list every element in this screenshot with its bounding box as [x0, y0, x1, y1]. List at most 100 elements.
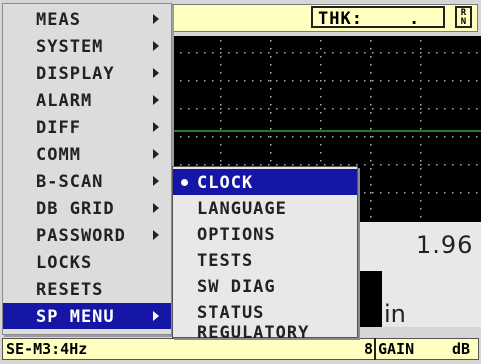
grid-dot — [420, 52, 422, 54]
grid-dot — [270, 96, 272, 98]
grid-dot — [476, 192, 478, 194]
grid-dot — [270, 56, 272, 58]
menu-item-system[interactable]: SYSTEM — [3, 33, 171, 59]
grid-dot — [236, 136, 238, 138]
grid-dot — [188, 80, 190, 82]
grid-dot — [212, 136, 214, 138]
menu-item-password[interactable]: PASSWORD — [3, 222, 171, 248]
grid-dot — [380, 80, 382, 82]
grid-dot — [380, 164, 382, 166]
grid-dot — [316, 52, 318, 54]
menu-item-label: SYSTEM — [36, 37, 104, 57]
grid-dot — [370, 136, 372, 138]
grid-dot — [308, 136, 310, 138]
grid-dot — [320, 40, 322, 42]
grid-dot — [220, 96, 222, 98]
grid-dot — [340, 136, 342, 138]
grid-dot — [356, 108, 358, 110]
grid-dot — [172, 108, 174, 110]
grid-dot — [420, 56, 422, 58]
menu-item-locks[interactable]: LOCKS — [3, 249, 171, 275]
grid-dot — [270, 40, 272, 42]
grid-dot — [452, 80, 454, 82]
grid-dot — [460, 136, 462, 138]
submenu-item-language[interactable]: LANGUAGE — [173, 195, 357, 221]
menu-item-db-grid[interactable]: DB GRID — [3, 195, 171, 221]
grid-dot — [270, 136, 272, 138]
grid-dot — [460, 80, 462, 82]
grid-dot — [428, 80, 430, 82]
grid-dot — [320, 160, 322, 162]
menu-item-label: COMM — [36, 145, 81, 165]
grid-dot — [396, 136, 398, 138]
grid-dot — [270, 72, 272, 74]
grid-dot — [308, 52, 310, 54]
grid-dot — [292, 80, 294, 82]
grid-dot — [220, 144, 222, 146]
grid-dot — [228, 136, 230, 138]
grid-dot — [348, 136, 350, 138]
grid-dot — [412, 52, 414, 54]
submenu-item-regulatory[interactable]: REGULATORY — [173, 321, 357, 343]
grid-dot — [372, 52, 374, 54]
submenu-item-tests[interactable]: TESTS — [173, 247, 357, 273]
grid-dot — [204, 80, 206, 82]
grid-dot — [412, 164, 414, 166]
grid-dot — [284, 52, 286, 54]
grid-dot — [388, 164, 390, 166]
menu-item-b-scan[interactable]: B-SCAN — [3, 168, 171, 194]
grid-dot — [332, 52, 334, 54]
grid-dot — [244, 52, 246, 54]
grid-dot — [356, 80, 358, 82]
grid-dot — [364, 108, 366, 110]
grid-dot — [404, 108, 406, 110]
grid-dot — [324, 108, 326, 110]
grid-dot — [220, 72, 222, 74]
submenu-item-clock[interactable]: CLOCK — [173, 169, 357, 195]
menu-item-meas[interactable]: MEAS — [3, 6, 171, 32]
grid-dot — [428, 164, 430, 166]
grid-dot — [420, 152, 422, 154]
menu-item-diff[interactable]: DIFF — [3, 114, 171, 140]
grid-dot — [252, 52, 254, 54]
menu-item-display[interactable]: DISPLAY — [3, 60, 171, 86]
grid-dot — [270, 48, 272, 50]
thickness-value: . — [409, 9, 420, 29]
grid-dot — [320, 80, 322, 82]
submenu-item-options[interactable]: OPTIONS — [173, 221, 357, 247]
grid-dot — [236, 108, 238, 110]
menu-item-resets[interactable]: RESETS — [3, 276, 171, 302]
thickness-label: THK: — [318, 9, 363, 29]
grid-dot — [196, 136, 198, 138]
grid-dot — [412, 80, 414, 82]
grid-dot — [196, 108, 198, 110]
grid-dot — [476, 108, 478, 110]
grid-dot — [212, 52, 214, 54]
grid-dot — [388, 108, 390, 110]
grid-dot — [308, 108, 310, 110]
grid-dot — [340, 108, 342, 110]
grid-dot — [396, 52, 398, 54]
grid-dot — [270, 88, 272, 90]
grid-dot — [180, 108, 182, 110]
gain-label: GAIN — [378, 340, 415, 358]
grid-dot — [320, 56, 322, 58]
grid-dot — [204, 108, 206, 110]
grid-dot — [260, 52, 262, 54]
grid-dot — [412, 108, 414, 110]
menu-item-comm[interactable]: COMM — [3, 141, 171, 167]
menu-item-alarm[interactable]: ALARM — [3, 87, 171, 113]
status-divider — [374, 338, 376, 360]
menu-item-sp-menu[interactable]: SP MENU — [3, 303, 171, 329]
grid-dot — [220, 52, 222, 54]
submenu-item-sw-diag[interactable]: SW DIAG — [173, 273, 357, 299]
grid-dot — [404, 52, 406, 54]
grid-dot — [268, 108, 270, 110]
grid-dot — [436, 80, 438, 82]
grid-dot — [420, 136, 422, 138]
grid-dot — [172, 136, 174, 138]
grid-dot — [420, 216, 422, 218]
grid-dot — [420, 72, 422, 74]
grid-dot — [396, 192, 398, 194]
grid-dot — [476, 136, 478, 138]
